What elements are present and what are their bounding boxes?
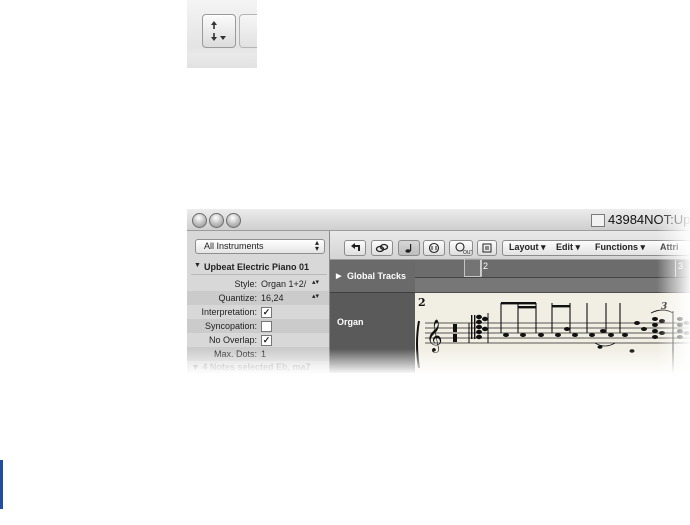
- score-area[interactable]: 2 𝄞 3: [415, 293, 690, 373]
- midi-out-icon: OUT: [455, 242, 472, 255]
- global-tracks-band: [415, 278, 690, 293]
- score-view-icon: [428, 242, 440, 254]
- organ-track-header[interactable]: Organ: [330, 293, 415, 373]
- layout-menu[interactable]: Layout ▾: [509, 242, 546, 253]
- param-label: Interpretation:: [201, 307, 257, 317]
- selection-info-text: 4 Notes selected Eb, ma7: [202, 362, 311, 372]
- no-overlap-checkbox[interactable]: ✓: [261, 335, 272, 346]
- notation-staff: 2 𝄞 3: [416, 296, 690, 373]
- arrow-up-left-icon: [351, 243, 360, 251]
- note-icon: [405, 244, 412, 253]
- minimize-window-icon[interactable]: [209, 213, 224, 228]
- param-row-quantize: Quantize: 16,24 ▴▾: [187, 291, 329, 305]
- region-name: Upbeat Electric Piano 01: [204, 262, 310, 272]
- bar-2-number: 2: [483, 261, 489, 271]
- syncopation-checkbox[interactable]: [261, 321, 272, 332]
- param-row-syncopation: Syncopation:: [187, 319, 329, 333]
- param-label: Syncopation:: [204, 321, 257, 331]
- view-mode-button[interactable]: [423, 240, 445, 256]
- bar-ruler[interactable]: 2 3: [415, 260, 690, 278]
- link-icon: [375, 243, 389, 253]
- edit-menu[interactable]: Edit ▾: [556, 242, 580, 253]
- svg-text:OUT: OUT: [463, 250, 472, 255]
- note-tool-button[interactable]: [398, 240, 420, 256]
- up-down-arrows-icon: [211, 21, 226, 41]
- stepper-icon[interactable]: ▴▾: [312, 292, 319, 300]
- editor-toolbar: OUT Layout ▾ Edit ▾ Functions ▾ Attri: [330, 231, 690, 260]
- close-window-icon[interactable]: [192, 213, 207, 228]
- popup-arrows-icon: ▴ ▾: [314, 238, 319, 253]
- global-tracks-label: Global Tracks: [347, 271, 407, 281]
- measure-number: 2: [418, 296, 426, 309]
- adjacent-tool-button[interactable]: [239, 14, 257, 48]
- disclosure-triangle-icon: ▶: [336, 273, 342, 280]
- zoom-window-icon[interactable]: [226, 213, 241, 228]
- playhead-marker[interactable]: [464, 258, 482, 277]
- global-tracks-header[interactable]: ▶ Global Tracks: [330, 260, 415, 293]
- instrument-set-popup[interactable]: All Instruments ▴ ▾: [195, 239, 325, 254]
- inspector-panel: All Instruments ▴ ▾ ▼ Upbeat Electric Pia…: [187, 231, 330, 373]
- attributes-menu[interactable]: Attri: [660, 242, 679, 252]
- link-button[interactable]: [371, 240, 393, 256]
- brace-icon: [416, 320, 420, 369]
- midi-out-button[interactable]: OUT: [449, 240, 473, 256]
- param-label: No Overlap:: [208, 335, 257, 345]
- treble-clef-icon: 𝄞: [426, 319, 443, 353]
- stepper-icon[interactable]: ▴▾: [312, 278, 319, 286]
- up-down-arrows-button[interactable]: [202, 14, 236, 48]
- bar-3-number: 3: [678, 261, 684, 271]
- style-value[interactable]: Organ 1+2/: [261, 279, 306, 289]
- interpretation-checkbox[interactable]: ✓: [261, 307, 272, 318]
- margin-marker: [0, 460, 3, 509]
- organ-track-label: Organ: [337, 317, 364, 327]
- score-editor-window: 43984NOT:Upb All Instruments ▴ ▾ ▼ Upbeat…: [187, 209, 690, 373]
- region-parameters-header[interactable]: ▼ Upbeat Electric Piano 01: [191, 261, 327, 275]
- param-label: Style:: [234, 279, 257, 289]
- param-label: Max. Dots:: [213, 349, 257, 359]
- info-button[interactable]: [477, 240, 497, 256]
- track-headers: ▶ Global Tracks Organ: [330, 260, 415, 373]
- go-up-button[interactable]: [344, 240, 366, 256]
- window-title: 43984NOT:Upb: [608, 212, 690, 227]
- param-label: Quantize:: [218, 293, 257, 303]
- param-row-interpretation: Interpretation: ✓: [187, 305, 329, 319]
- param-row-no-overlap: No Overlap: ✓: [187, 333, 329, 347]
- max-dots-value[interactable]: 1: [261, 349, 266, 359]
- param-row-max-dots: Max. Dots: 1: [187, 347, 329, 361]
- instrument-set-label: All Instruments: [204, 241, 264, 251]
- functions-menu[interactable]: Functions ▾: [595, 242, 645, 253]
- title-bar: 43984NOT:Upb: [187, 209, 690, 231]
- quantize-value[interactable]: 16,24: [261, 293, 284, 303]
- selection-info: ▼ 4 Notes selected Eb, ma7: [191, 362, 311, 372]
- disclosure-triangle-icon: ▼: [194, 262, 201, 269]
- document-icon: [591, 214, 605, 227]
- param-row-style: Style: Organ 1+2/ ▴▾: [187, 277, 329, 291]
- zoomed-tool-button-callout: [187, 0, 257, 68]
- list-icon: [482, 243, 492, 253]
